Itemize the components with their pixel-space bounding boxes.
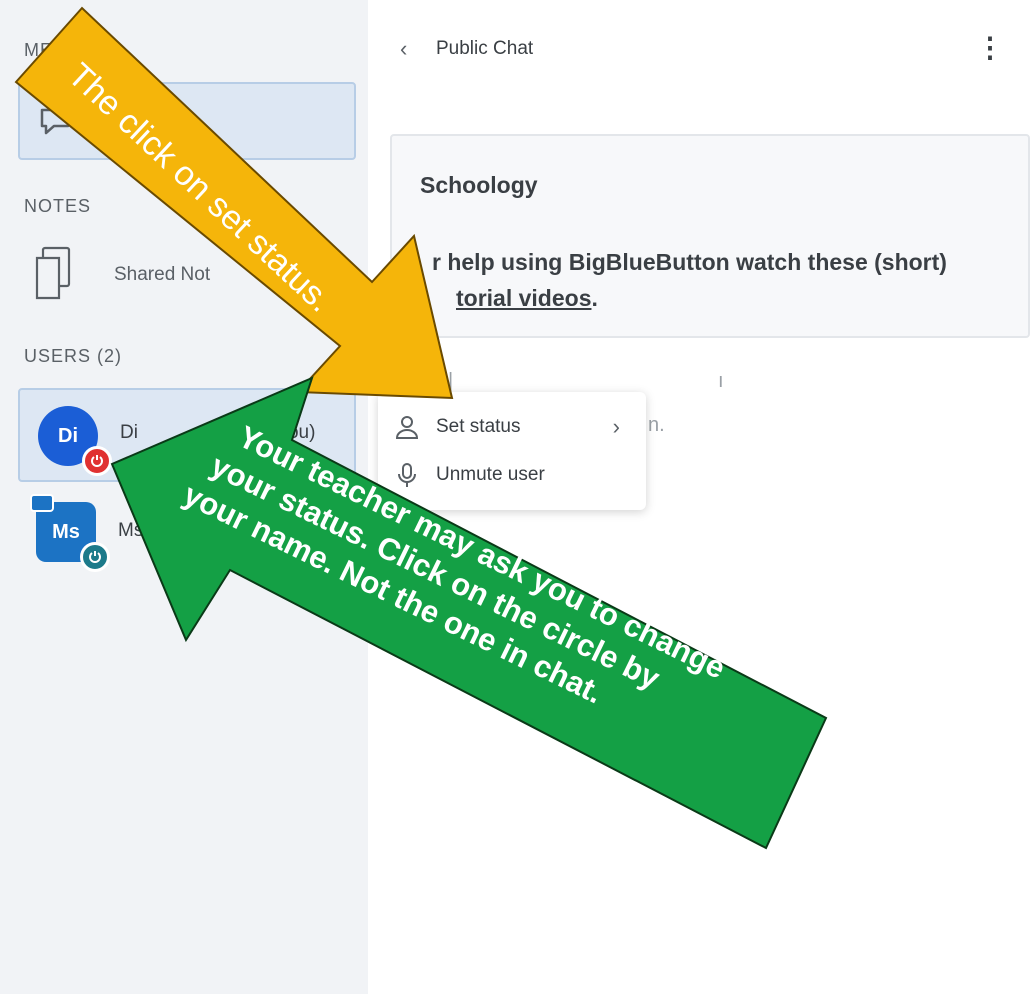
welcome-name: Schoology — [420, 172, 538, 198]
user-options-dropdown: Set status › Unmute user — [378, 392, 646, 510]
tutorial-videos-link[interactable]: torial videos — [456, 285, 591, 311]
messages-header: ME — [24, 40, 53, 60]
public-chat-item[interactable] — [18, 82, 356, 160]
faded-text: | — [448, 370, 454, 392]
presenter-icon — [30, 494, 54, 512]
user-row-current[interactable]: Di Di ou) — [18, 388, 356, 482]
sidebar: ME NOTES Shared Not USERS (2) Di Di ou) M… — [0, 0, 368, 994]
set-status-menu-item[interactable]: Set status › — [394, 408, 634, 448]
microphone-icon — [394, 462, 420, 493]
notes-document-icon — [34, 246, 72, 307]
kebab-menu-icon[interactable]: ⋮ — [976, 34, 1004, 62]
shared-notes-item[interactable]: Shared Not — [18, 240, 356, 314]
chevron-right-icon: › — [612, 414, 620, 439]
users-header: USERS (2) — [24, 346, 123, 366]
user-name: Ms. — [118, 520, 149, 541]
faded-chat-text: n. — [648, 414, 665, 436]
user-row-teacher[interactable]: Ms Ms. — [18, 492, 356, 586]
status-circle-icon[interactable] — [80, 542, 110, 572]
user-name: Di ou) — [120, 422, 316, 443]
help-text: r help using BigBlueButton watch these (… — [432, 249, 947, 311]
chevron-left-icon[interactable]: ‹ — [400, 36, 407, 62]
unmute-user-menu-item[interactable]: Unmute user — [394, 456, 634, 496]
user-icon — [394, 414, 420, 445]
notes-header: NOTES — [24, 196, 92, 216]
faded-text: ı — [718, 370, 724, 392]
chat-bubble-icon — [38, 104, 72, 143]
welcome-message: Schoology r help using BigBlueButton wat… — [390, 134, 1030, 338]
chat-header: ‹ Public Chat ⋮ — [400, 34, 1010, 68]
shared-notes-label: Shared Not — [114, 264, 211, 285]
status-circle-icon[interactable] — [82, 446, 112, 476]
chat-title: Public Chat — [436, 38, 534, 59]
